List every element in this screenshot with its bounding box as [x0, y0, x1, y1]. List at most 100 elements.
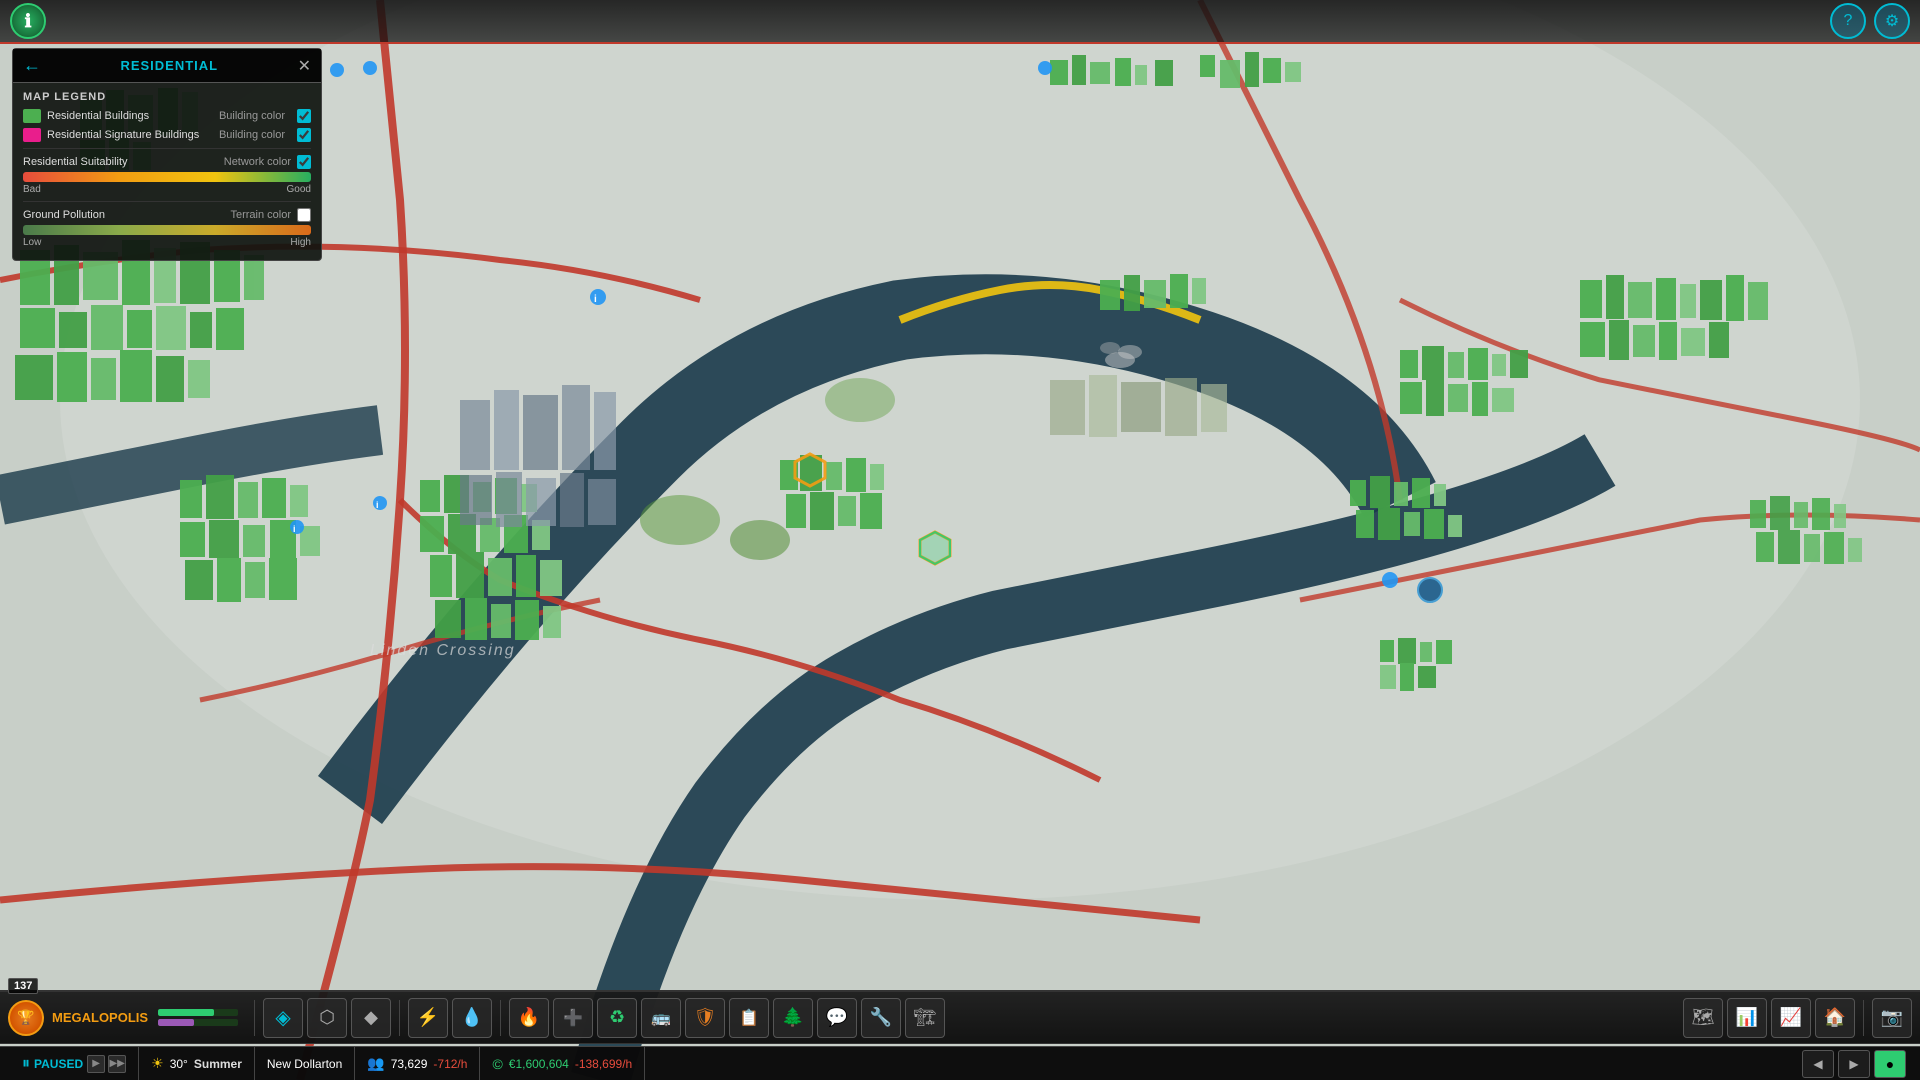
parks-icon: 🌲	[782, 1007, 804, 1028]
prosperity-bar	[158, 1019, 238, 1026]
status-city-name: New Dollarton	[267, 1057, 342, 1071]
industry-tool-button[interactable]: 🔧	[861, 998, 901, 1038]
temperature-value: 30°	[170, 1057, 188, 1071]
paused-label: PAUSED	[34, 1057, 83, 1071]
legend-row-pollution: Ground Pollution Terrain color	[23, 208, 311, 222]
svg-text:i: i	[594, 294, 597, 305]
garbage-icon: ♻	[609, 1007, 625, 1028]
city-achievement-badge: 🏆	[8, 1000, 44, 1036]
suitability-bad-label: Bad	[23, 184, 41, 195]
suitability-checkbox[interactable]	[297, 155, 311, 169]
water-tool-button[interactable]: 💧	[452, 998, 492, 1038]
transport-icon: 🚌	[651, 1008, 671, 1028]
population-bars	[158, 1009, 238, 1026]
legend-row-residential-buildings: Residential Buildings Building color	[23, 109, 311, 123]
signature-buildings-type: Building color	[219, 129, 285, 141]
pollution-low-label: Low	[23, 237, 41, 248]
pollution-high-label: High	[290, 237, 311, 248]
happiness-bar-fill	[158, 1009, 214, 1016]
residential-buildings-checkbox[interactable]	[297, 109, 311, 123]
map-legend-panel: ← RESIDENTIAL ✕ MAP LEGEND Residential B…	[12, 48, 322, 261]
nature-tool-button[interactable]: ◆	[351, 998, 391, 1038]
svg-text:i: i	[293, 524, 296, 534]
chart-tool-button[interactable]: 📈	[1771, 998, 1811, 1038]
comms-icon: 💬	[826, 1007, 848, 1028]
legend-back-button[interactable]: ←	[23, 55, 41, 76]
city-name-section: New Dollarton	[255, 1047, 355, 1080]
prosperity-bar-fill	[158, 1019, 194, 1026]
camera-icon: 📷	[1881, 1007, 1903, 1028]
parks-tool-button[interactable]: 🌲	[773, 998, 813, 1038]
settings-button[interactable]: ⚙	[1874, 3, 1910, 39]
speed-2-button[interactable]: ▶▶	[108, 1055, 126, 1073]
map-legend-heading: MAP LEGEND	[23, 91, 311, 103]
education-tool-button[interactable]: 📋	[729, 998, 769, 1038]
communication-tool-button[interactable]: 💬	[817, 998, 857, 1038]
info-icon: 📊	[1736, 1007, 1758, 1028]
residential-buildings-label: Residential Buildings	[47, 110, 213, 122]
toolbar-sep-right	[1863, 1000, 1864, 1036]
chart-icon: 📈	[1780, 1007, 1802, 1028]
health-tool-button[interactable]: ➕	[553, 998, 593, 1038]
population-value: 73,629	[391, 1057, 428, 1071]
suitability-type: Network color	[224, 156, 291, 168]
weather-section: ☀ 30° Summer	[139, 1047, 255, 1080]
happiness-bar	[158, 1009, 238, 1016]
zones-tool-button[interactable]: ◈	[263, 998, 303, 1038]
speed-1-button[interactable]: ▶	[87, 1055, 105, 1073]
house-tool-button[interactable]: 🏠	[1815, 998, 1855, 1038]
suitability-gradient-labels: Bad Good	[23, 184, 311, 195]
info-tool-button[interactable]: 📊	[1727, 998, 1767, 1038]
police-tool-button[interactable]: 🛡	[685, 998, 725, 1038]
svg-text:i: i	[376, 500, 379, 510]
suitability-gradient-row: Bad Good	[23, 172, 311, 195]
signature-buildings-label: Residential Signature Buildings	[47, 129, 213, 141]
house-icon: 🏠	[1824, 1007, 1846, 1028]
legend-body: MAP LEGEND Residential Buildings Buildin…	[13, 83, 321, 260]
roads-icon: ⬡	[319, 1007, 335, 1028]
signature-buildings-checkbox[interactable]	[297, 128, 311, 142]
population-icon: 👥	[367, 1055, 384, 1072]
legend-title: RESIDENTIAL	[41, 58, 298, 73]
nav-down-button[interactable]: ●	[1874, 1050, 1906, 1078]
zones-icon: ◈	[275, 1005, 290, 1030]
roads-tool-button[interactable]: ⬡	[307, 998, 347, 1038]
top-bar: ℹ ? ⚙	[0, 0, 1920, 44]
map-tool-button[interactable]: 🗺	[1683, 998, 1723, 1038]
season-label: Summer	[194, 1057, 242, 1071]
electricity-tool-button[interactable]: ⚡	[408, 998, 448, 1038]
bulldoze-tool-button[interactable]: 🏗	[905, 998, 945, 1038]
pollution-label: Ground Pollution	[23, 209, 105, 221]
main-menu-button[interactable]: ℹ	[10, 3, 46, 39]
speed-buttons: ▶ ▶▶	[87, 1055, 126, 1073]
nav-right-button[interactable]: ▶	[1838, 1050, 1870, 1078]
bottom-toolbar: 137 🏆 MEGALOPOLIS ◈ ⬡ ◆ ⚡ 💧 🔥 ➕ ♻ 🚌	[0, 990, 1920, 1044]
health-icon: ➕	[563, 1008, 583, 1028]
population-section: 👥 73,629 -712/h	[355, 1047, 480, 1080]
nature-icon: ◆	[364, 1007, 378, 1028]
nav-left-button[interactable]: ◀	[1802, 1050, 1834, 1078]
education-icon: 📋	[739, 1008, 759, 1028]
signature-buildings-color	[23, 128, 41, 142]
water-icon: 💧	[461, 1007, 483, 1028]
pollution-type: Terrain color	[230, 209, 291, 221]
camera-tool-button[interactable]: 📷	[1872, 998, 1912, 1038]
residential-buildings-color	[23, 109, 41, 123]
legend-divider-2	[23, 201, 311, 202]
legend-row-signature-buildings: Residential Signature Buildings Building…	[23, 128, 311, 142]
electricity-icon: ⚡	[417, 1007, 439, 1028]
toolbar-sep-3	[500, 1000, 501, 1036]
disaster-tool-button[interactable]: 🔥	[509, 998, 549, 1038]
pollution-checkbox[interactable]	[297, 208, 311, 222]
toolbar-sep-1	[254, 1000, 255, 1036]
pause-button[interactable]: ⏸ PAUSED ▶ ▶▶	[10, 1047, 139, 1080]
money-section: © €1,600,604 -138,699/h	[480, 1047, 645, 1080]
garbage-tool-button[interactable]: ♻	[597, 998, 637, 1038]
transport-tool-button[interactable]: 🚌	[641, 998, 681, 1038]
help-button[interactable]: ?	[1830, 3, 1866, 39]
sun-icon: ☀	[151, 1055, 164, 1072]
industry-icon: 🔧	[870, 1007, 892, 1028]
residential-buildings-type: Building color	[219, 110, 285, 122]
legend-close-button[interactable]: ✕	[298, 56, 311, 76]
suitability-label: Residential Suitability	[23, 156, 128, 168]
